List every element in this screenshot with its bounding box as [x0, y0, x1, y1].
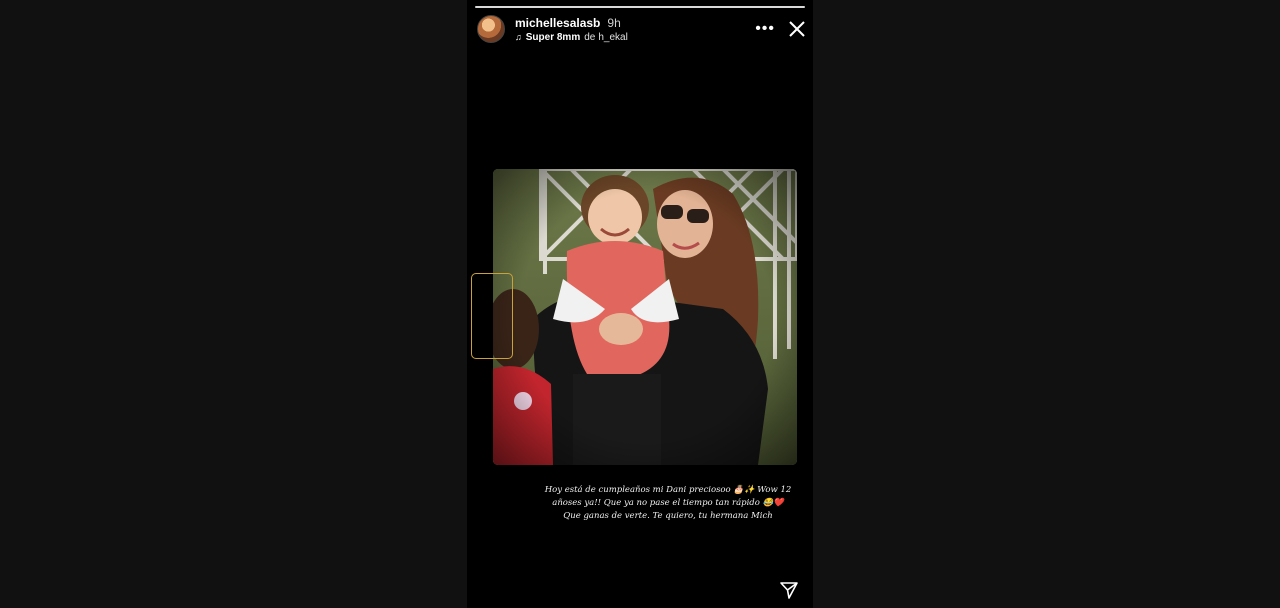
- caption-line: añoses ya!! Que ya no pase el tiempo tan…: [552, 498, 784, 508]
- sticker-frame: [471, 273, 513, 359]
- username[interactable]: michellesalasb: [515, 16, 600, 30]
- progress-segment: [475, 6, 805, 8]
- post-time: 9h: [607, 15, 621, 30]
- user-avatar[interactable]: [477, 15, 505, 43]
- story-header: michellesalasb 9h ♫ Super 8mm de h_ekal …: [477, 14, 807, 44]
- music-attribution[interactable]: ♫ Super 8mm de h_ekal: [515, 32, 628, 43]
- song-title: Super 8mm: [525, 31, 581, 43]
- caption-line: Hoy está de cumpleaños mi Dani preciosoo…: [544, 485, 792, 495]
- close-icon[interactable]: [787, 19, 807, 39]
- story-caption: Hoy está de cumpleaños mi Dani preciosoo…: [533, 484, 803, 523]
- send-icon[interactable]: [779, 580, 799, 600]
- story-photo: [493, 169, 797, 465]
- story-viewer[interactable]: michellesalasb 9h ♫ Super 8mm de h_ekal …: [467, 0, 813, 608]
- story-progress-bar: [475, 6, 805, 9]
- artist-prefix: de: [584, 31, 596, 43]
- story-meta: michellesalasb 9h ♫ Super 8mm de h_ekal: [515, 16, 628, 43]
- artist-name: h_ekal: [598, 31, 628, 43]
- music-note-icon: ♫: [515, 32, 522, 42]
- more-options-icon[interactable]: •••: [755, 21, 775, 37]
- caption-line: Que ganas de verte. Te quiero, tu herman…: [563, 511, 773, 521]
